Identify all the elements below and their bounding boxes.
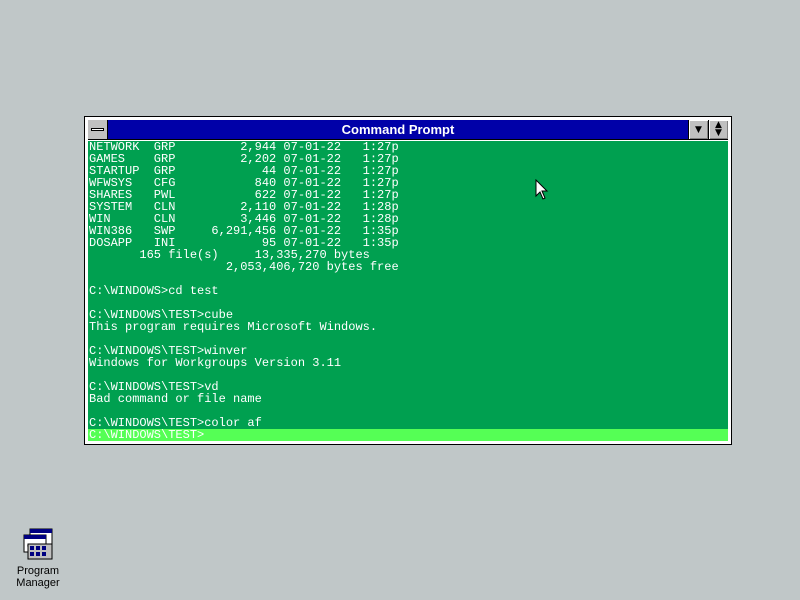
console-lines: NETWORK GRP 2,944 07-01-22 1:27p GAMES GR… (88, 141, 728, 441)
triangle-down-icon: ▼ (695, 125, 702, 135)
console-line: Bad command or file name (89, 392, 262, 406)
console-output[interactable]: NETWORK GRP 2,944 07-01-22 1:27p GAMES GR… (88, 141, 728, 441)
console-line: Windows for Workgroups Version 3.11 (89, 356, 342, 370)
console-line: This program requires Microsoft Windows. (89, 320, 378, 334)
command-prompt-window[interactable]: Command Prompt ▼ ▲ ▼ NETWORK GRP 2,944 07… (84, 116, 732, 445)
console-prompt-line[interactable]: C:\WINDOWS\TEST> (88, 429, 728, 441)
program-manager-icon: C: (22, 528, 54, 560)
restore-button[interactable]: ▲ ▼ (708, 120, 728, 139)
up-down-arrows-icon: ▲ ▼ (715, 120, 722, 138)
minimize-button[interactable]: ▼ (688, 120, 708, 139)
mouse-pointer-icon (535, 178, 549, 206)
program-manager-label: Program Manager (16, 565, 60, 589)
system-menu-icon (91, 128, 104, 131)
system-menu-button[interactable] (88, 120, 108, 139)
program-manager-desktop-icon[interactable]: C: Program Manager (8, 528, 68, 589)
window-title: Command Prompt (341, 122, 455, 137)
console-line: 2,053,406,720 bytes free (89, 260, 399, 274)
console-line: C:\WINDOWS>cd test (89, 284, 219, 298)
title-bar[interactable]: Command Prompt ▼ ▲ ▼ (88, 120, 728, 140)
